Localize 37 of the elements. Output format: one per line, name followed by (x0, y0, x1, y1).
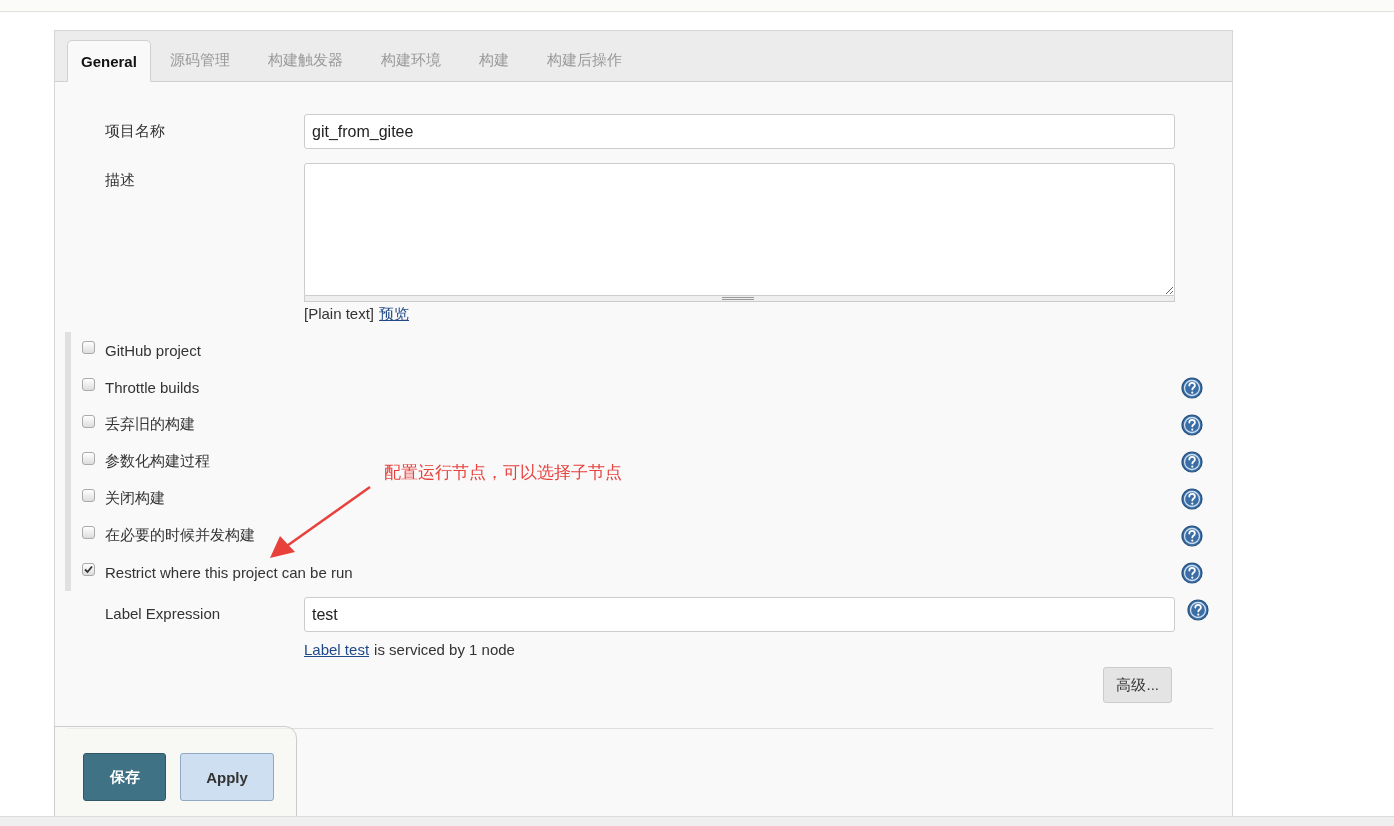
help-icon[interactable] (1181, 524, 1203, 547)
option-label: 关闭构建 (105, 489, 166, 508)
label-link[interactable]: Label test (304, 641, 370, 658)
option-label: GitHub project (105, 342, 202, 359)
save-button[interactable]: 保存 (83, 753, 166, 801)
checkbox[interactable] (82, 415, 95, 428)
help-icon[interactable] (1181, 561, 1203, 584)
project-name-field[interactable]: git_from_gitee (304, 114, 1175, 149)
description-field[interactable] (304, 163, 1175, 296)
help-icon[interactable] (1181, 487, 1203, 510)
help-icon[interactable] (1181, 450, 1203, 473)
horizontal-scrollbar[interactable] (0, 816, 1394, 826)
help-icon[interactable] (1181, 413, 1203, 436)
checkbox[interactable] (82, 563, 95, 576)
field-label: Label Expression (105, 604, 222, 622)
help-icon[interactable] (1181, 376, 1203, 399)
option-label: 丢弃旧的构建 (105, 415, 196, 434)
checkbox[interactable] (82, 378, 95, 391)
field-label: 项目名称 (105, 121, 166, 141)
option-label: 在必要的时候并发构建 (105, 526, 256, 545)
label-expression-field[interactable]: test (304, 597, 1175, 632)
field-label: 描述 (105, 170, 136, 190)
preview-link[interactable]: 预览 (379, 305, 410, 324)
format-note: [Plain text] (304, 305, 375, 324)
checkbox[interactable] (82, 526, 95, 539)
status-text: is serviced by 1 node (374, 641, 515, 658)
option-label: 参数化构建过程 (105, 452, 211, 471)
apply-button[interactable]: Apply (180, 753, 274, 801)
tab[interactable]: General (67, 40, 151, 82)
annotation-text: 配置运行节点，可以选择子节点 (384, 461, 622, 484)
checkbox[interactable] (82, 341, 95, 354)
help-icon[interactable] (1187, 599, 1209, 621)
advanced-button[interactable]: 高级... (1103, 667, 1172, 703)
option-label: Throttle builds (105, 379, 201, 396)
checkbox[interactable] (82, 452, 95, 465)
checkbox[interactable] (82, 489, 95, 502)
option-label: Restrict where this project can be run (105, 564, 354, 581)
